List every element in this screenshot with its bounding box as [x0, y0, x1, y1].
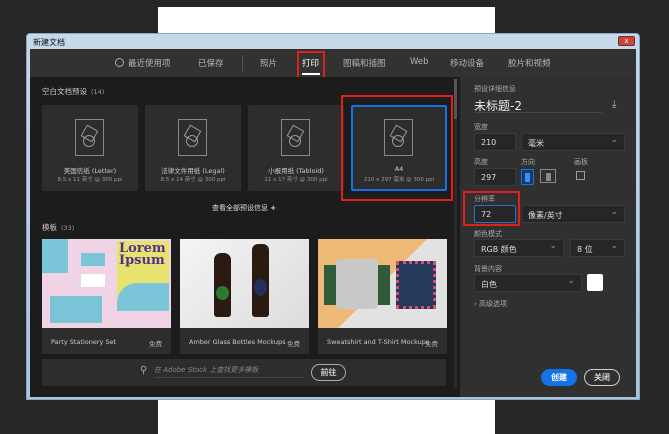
- template-party-stationery[interactable]: Lorem Ipsum Party Stationery Set 免费: [42, 239, 171, 354]
- close-button[interactable]: 关闭: [584, 369, 620, 386]
- category-tabs: 最近使用项 已保存 照片 打印 图稿和插图 Web 移动设备 胶片和视频: [30, 49, 636, 80]
- tab-photo[interactable]: 照片: [260, 57, 277, 69]
- template-thumbnail: Lorem Ipsum: [42, 239, 171, 328]
- plus-icon: +: [270, 204, 277, 212]
- document-icon: [281, 119, 310, 156]
- height-input[interactable]: 297: [474, 168, 516, 186]
- preset-tabloid[interactable]: 小报用纸 (Tabloid) 11 x 17 英寸 @ 300 ppi: [248, 105, 344, 191]
- resolution-input[interactable]: 72: [474, 205, 516, 223]
- presets-heading: 空白文档预设 (14): [42, 87, 105, 96]
- advanced-options-toggle[interactable]: › 高级选项: [474, 299, 507, 309]
- new-document-dialog: 新建文档 x 最近使用项 已保存 照片 打印 图稿和插图 Web 移动设备 胶片…: [26, 33, 640, 400]
- artboard-checkbox[interactable]: [576, 171, 585, 180]
- presets-panel: 空白文档预设 (14) 美国信纸 (Letter) 8.5 x 11 英寸 @ 30…: [30, 77, 460, 397]
- tab-divider: [242, 55, 243, 71]
- landscape-orientation-button[interactable]: [540, 169, 556, 183]
- tab-web[interactable]: Web: [410, 57, 429, 67]
- create-button[interactable]: 创建: [541, 369, 577, 386]
- width-unit-select[interactable]: 毫米: [521, 133, 625, 151]
- template-sweatshirt-tshirt[interactable]: Sweatshirt and T-Shirt Mockups 免费: [318, 239, 447, 354]
- templates-heading: 模板 (33): [42, 223, 75, 232]
- template-thumbnail: [180, 239, 309, 328]
- highlight-box: [341, 95, 453, 201]
- template-amber-bottles[interactable]: Amber Glass Bottles Mockups 免费: [180, 239, 309, 354]
- search-icon: ⚲: [140, 365, 148, 376]
- go-button[interactable]: 前往: [311, 364, 346, 381]
- background-select[interactable]: 白色: [474, 274, 582, 292]
- document-icon: [75, 119, 104, 156]
- stock-search-bar: ⚲ 在 Adobe Stock 上查找更多模板 前往: [42, 359, 446, 386]
- tab-mobile[interactable]: 移动设备: [450, 57, 484, 69]
- tab-saved[interactable]: 已保存: [198, 57, 224, 69]
- resolution-unit-select[interactable]: 像素/英寸: [521, 205, 625, 223]
- view-all-presets-link[interactable]: 查看全部预设信息 +: [212, 203, 276, 213]
- scrollbar[interactable]: [454, 79, 457, 389]
- highlight-box: [297, 51, 325, 80]
- background-color-swatch[interactable]: [587, 274, 603, 291]
- preset-legal[interactable]: 法律文件用纸 (Legal) 8.5 x 14 英寸 @ 300 ppi: [145, 105, 241, 191]
- preset-details-panel: 预设详细信息 未标题-2 ⤓ 宽度 210 毫米 高度 方向 画板 297 分辨…: [460, 77, 636, 397]
- portrait-orientation-button[interactable]: [521, 169, 534, 185]
- width-input[interactable]: 210: [474, 133, 516, 151]
- bit-depth-select[interactable]: 8 位: [570, 239, 625, 257]
- clock-icon: [115, 58, 124, 67]
- tab-recent[interactable]: 最近使用项: [115, 57, 171, 69]
- close-window-button[interactable]: x: [618, 36, 635, 46]
- stock-search-input[interactable]: 在 Adobe Stock 上查找更多模板: [154, 365, 304, 378]
- save-preset-icon[interactable]: ⤓: [612, 99, 616, 110]
- preset-letter[interactable]: 美国信纸 (Letter) 8.5 x 11 英寸 @ 300 ppi: [42, 105, 138, 191]
- tab-art-illustration[interactable]: 图稿和插图: [343, 57, 386, 69]
- dialog-title: 新建文档: [33, 38, 65, 47]
- tab-film-video[interactable]: 胶片和视频: [508, 57, 551, 69]
- template-thumbnail: [318, 239, 447, 328]
- document-icon: [178, 119, 207, 156]
- color-mode-select[interactable]: RGB 颜色: [474, 239, 564, 257]
- document-name-input[interactable]: 未标题-2: [474, 97, 602, 113]
